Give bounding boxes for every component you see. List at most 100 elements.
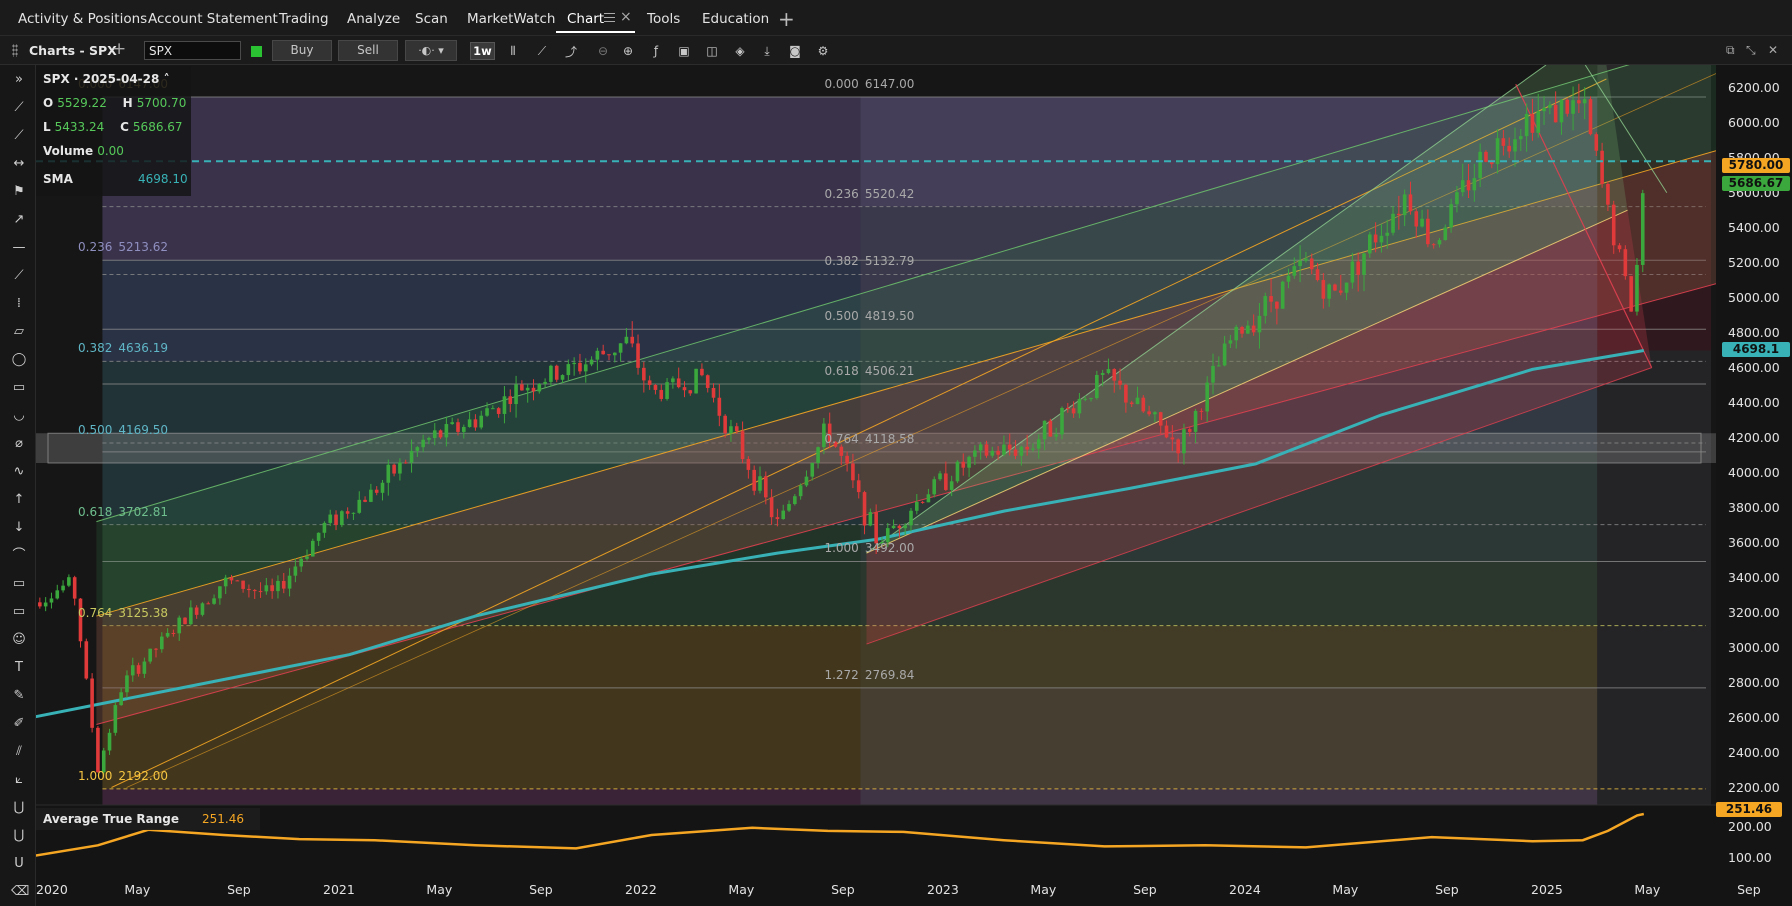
layout-icon[interactable]: ◫ (703, 42, 721, 60)
layers-icon[interactable]: ◈ (731, 42, 749, 60)
collapse-info-icon[interactable]: ˄ (164, 72, 170, 86)
buy-button[interactable]: Buy (272, 40, 332, 61)
fib-tool-icon[interactable]: ⚑ (11, 184, 27, 200)
download-icon[interactable]: ⤓ (758, 42, 776, 60)
fib-ratio: 0.764 (824, 431, 859, 446)
hline-tool-icon[interactable]: — (11, 240, 27, 256)
brush-tool-icon[interactable]: ✎ (11, 688, 27, 704)
chart-style-dropdown[interactable]: ·◐· ▾ (405, 40, 457, 61)
formula-icon[interactable]: ƒ (647, 42, 665, 60)
atr-tick-200: 200.00 (1728, 819, 1772, 834)
close-window-icon[interactable]: ✕ (1768, 43, 1778, 57)
fib-ratio: 0.500 (78, 422, 113, 437)
candle (1635, 258, 1639, 316)
ellipse-tool-icon[interactable]: ◯ (11, 352, 27, 368)
settings-gear-icon[interactable]: ⚙ (814, 42, 832, 60)
smiley-tool-icon[interactable]: ☺ (11, 632, 27, 648)
tab-menu-icon[interactable] (604, 13, 615, 22)
add-tab-icon[interactable]: + (778, 7, 795, 31)
price-tick: 5400.00 (1728, 219, 1780, 235)
candle (90, 673, 94, 733)
trendline-tool-icon[interactable]: ⟋ (11, 100, 27, 116)
low-label: L (43, 120, 51, 134)
fib-price: 5132.79 (864, 254, 915, 269)
comment-tool-icon[interactable]: ▭ (11, 604, 27, 620)
expand-tools-icon[interactable]: » (11, 72, 27, 88)
tab-education[interactable]: Education (702, 11, 769, 27)
camera-icon[interactable]: ◙ (786, 42, 804, 60)
close-label: C (120, 120, 129, 134)
pitchfork-tool-icon[interactable]: ⫽ (11, 744, 27, 760)
symbol-input[interactable] (144, 41, 241, 60)
minimize-icon[interactable]: ⤡ (1746, 43, 1756, 58)
candle-type-icon[interactable]: ⫴ (504, 42, 522, 60)
fib-ratio: 0.618 (824, 364, 859, 379)
curve-tool-icon[interactable]: ⌒ (11, 548, 27, 564)
tab-account-statement[interactable]: Account Statement (148, 11, 278, 27)
candle (148, 648, 152, 664)
timeframe-button[interactable]: 1w (470, 42, 495, 60)
vertical-line-tool-icon[interactable]: ⁞ (11, 296, 27, 312)
image-icon[interactable]: ▣ (675, 42, 693, 60)
clear-drawings-icon[interactable]: ⌫ (11, 884, 29, 900)
callout-tool-icon[interactable]: ▭ (11, 576, 27, 592)
tab-activity-positions[interactable]: Activity & Positions (18, 11, 147, 27)
channel-tool-icon[interactable]: ▱ (11, 324, 27, 340)
fib-right-label: 1.272 2769.84 (824, 668, 914, 682)
high-value: 5700.70 (136, 96, 187, 110)
arrow-up-tool-icon[interactable]: ↑ (11, 492, 27, 508)
ohlc-info-panel: SPX · 2025-04-28 ˄ O 5529.22 H 5700.70 L 54… (36, 66, 191, 196)
text-tool-icon[interactable]: T (11, 660, 27, 676)
price-axis[interactable]: 6200.006000.005800.005600.005400.005200.… (1716, 65, 1792, 805)
indicator-icon[interactable]: ⤴ (562, 42, 580, 60)
erase-tool-icon[interactable]: ⌀ (11, 436, 27, 452)
tab-scan[interactable]: Scan (415, 11, 448, 27)
draw-line-icon[interactable]: ⟋ (533, 42, 551, 60)
live-status-indicator (251, 46, 262, 57)
fib-right-label: 0.618 4506.21 (824, 364, 914, 378)
zoom-in-icon[interactable]: ⊕ (619, 42, 637, 60)
tab-analyze[interactable]: Analyze (347, 11, 400, 27)
rectangle-tool-icon[interactable]: ▭ (11, 380, 27, 396)
fib-price: 4636.19 (118, 341, 168, 356)
ray-tool-icon[interactable]: ⟋ (11, 128, 27, 144)
add-chart-icon[interactable]: + (112, 39, 126, 59)
fib-price: 3125.38 (118, 605, 168, 620)
sma-label: SMA (43, 172, 73, 186)
tab-chart[interactable]: Chart (567, 11, 604, 27)
atr-value: 251.46 (202, 812, 244, 826)
price-tick: 2200.00 (1728, 779, 1780, 795)
magnet-mode-icon[interactable]: U (11, 856, 27, 872)
fib-price: 4506.21 (864, 364, 915, 379)
time-tick: 2020 (36, 882, 68, 897)
magnet-tool-icon[interactable]: ⋃ (11, 800, 27, 816)
tab-marketwatch[interactable]: MarketWatch (467, 11, 555, 27)
wave-tool-icon[interactable]: ∿ (11, 464, 27, 480)
extended-line-tool-icon[interactable]: ⟋ (11, 268, 27, 284)
time-tick: May (1332, 882, 1359, 897)
time-tick: 2021 (323, 882, 355, 897)
tab-tools[interactable]: Tools (647, 11, 680, 27)
fib-price: 6147.00 (864, 77, 915, 91)
time-axis[interactable]: 2020 May Sep 2021 May Sep 2022 May Sep 2023 May Sep… (36, 876, 1792, 906)
fib-ratio: 0.764 (78, 605, 113, 620)
arc-tool-icon[interactable]: ◡ (11, 408, 27, 424)
lock-tool-icon[interactable]: ⋃ (11, 828, 27, 844)
candle (1280, 280, 1285, 309)
fib-ratio: 0.236 (78, 240, 113, 255)
zoom-out-icon[interactable]: ⊖ (594, 42, 612, 60)
time-tick: Sep (529, 882, 553, 897)
tab-trading[interactable]: Trading (279, 11, 329, 27)
fib-ratio: 0.500 (824, 309, 859, 324)
popout-icon[interactable]: ⧉ (1726, 43, 1735, 58)
pencil-tool-icon[interactable]: ✐ (11, 716, 27, 732)
tab-close-icon[interactable]: × (620, 9, 632, 25)
arrow-line-tool-icon[interactable]: ↗ (11, 212, 27, 228)
drag-handle-icon[interactable] (12, 44, 18, 57)
open-value: 5529.22 (57, 96, 107, 110)
horizontal-line-tool-icon[interactable]: ↔ (11, 156, 27, 172)
arrow-down-tool-icon[interactable]: ↓ (11, 520, 27, 536)
fib-price: 3492.00 (864, 541, 915, 556)
gann-fan-tool-icon[interactable]: ⟀ (11, 772, 27, 788)
sell-button[interactable]: Sell (338, 40, 398, 61)
